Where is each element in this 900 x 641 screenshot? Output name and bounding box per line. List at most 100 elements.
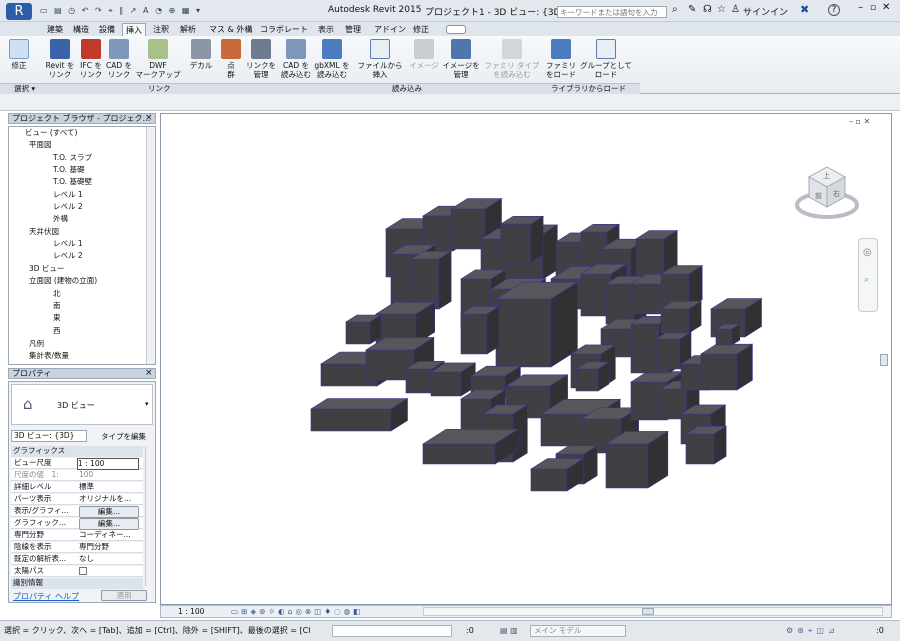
tree-schedules[interactable]: 集計表/数量	[29, 351, 69, 361]
sun-path-checkbox[interactable]	[79, 567, 87, 575]
view-scale-button[interactable]: 1 : 100	[178, 606, 204, 617]
3d-view-canvas[interactable]: – ▫ ✕ 上 前 右 ◎ ⌕	[160, 113, 892, 605]
search-binoculars-icon[interactable]: ⌕	[672, 4, 678, 15]
close-button[interactable]: ✕	[882, 2, 890, 13]
load-as-group-button[interactable]: グループとして ロード	[580, 39, 632, 79]
tab-insert[interactable]: 挿入	[122, 23, 146, 36]
properties-help-link[interactable]: プロパティ ヘルプ	[13, 591, 79, 602]
tree-elevations[interactable]: 立面図 (建物の立面)	[29, 276, 97, 286]
decal-button[interactable]: デカル	[187, 39, 215, 70]
browser-scrollbar[interactable]	[146, 127, 155, 364]
tab-manage[interactable]: 管理	[342, 23, 364, 36]
project-browser-close-icon[interactable]: ×	[145, 113, 153, 123]
tree-elev-north[interactable]: 北	[53, 289, 61, 299]
image-button[interactable]: イメージ	[408, 39, 440, 70]
tree-elev-south[interactable]: 南	[53, 301, 61, 311]
tab-architecture[interactable]: 建築	[44, 23, 66, 36]
subscription-icon[interactable]: ✎	[688, 4, 696, 15]
tab-modify[interactable]: 修正	[410, 23, 432, 36]
tab-annotate[interactable]: 注釈	[150, 23, 172, 36]
tree-ceiling-level2[interactable]: レベル 2	[53, 251, 83, 261]
type-selector[interactable]: 3D ビュー	[57, 400, 95, 411]
tree-item-slab[interactable]: T.O. スラブ	[53, 153, 92, 163]
steering-wheel-icon[interactable]: ◎	[863, 247, 872, 258]
view-scale-input[interactable]: 1 : 100	[77, 458, 139, 470]
identity-section-header[interactable]: 識別情報	[11, 578, 143, 589]
point-cloud-button[interactable]: 点 群	[220, 39, 242, 79]
tab-analyze[interactable]: 解析	[177, 23, 199, 36]
graphic-display-edit-button[interactable]: 編集...	[79, 518, 139, 530]
tree-item-level2[interactable]: レベル 2	[53, 202, 83, 212]
worksets-icon[interactable]: ▤ ▥	[500, 621, 518, 640]
tree-views-all[interactable]: ビュー (すべて)	[25, 128, 77, 138]
horizontal-scroll-thumb[interactable]	[642, 608, 654, 615]
design-option-selector[interactable]: メイン モデル	[530, 625, 626, 637]
panel-select[interactable]: 選択 ▾	[14, 84, 35, 94]
tree-3d-views[interactable]: 3D ビュー	[29, 264, 64, 274]
apply-button[interactable]: 適用	[101, 590, 147, 601]
tree-ceiling-level1[interactable]: レベル 1	[53, 239, 83, 249]
viewcube[interactable]: 上 前 右	[795, 159, 859, 221]
viewport-scroll-handle[interactable]	[880, 354, 888, 366]
viewcube-front-label[interactable]: 前	[815, 191, 822, 201]
tree-elev-west[interactable]: 西	[53, 326, 61, 336]
load-family-button[interactable]: ファミリ をロード	[544, 39, 578, 79]
tree-elev-east[interactable]: 東	[53, 313, 61, 323]
properties-scrollbar[interactable]	[145, 446, 154, 586]
tree-item-site[interactable]: 外構	[53, 214, 68, 224]
signin-link[interactable]: サインイン	[743, 5, 788, 18]
prop-row-show-hidden-lines[interactable]: 陰線を表示 専門分野	[11, 542, 143, 553]
link-cad-button[interactable]: CAD を リンク	[104, 39, 134, 79]
viewcube-right-label[interactable]: 右	[833, 189, 840, 199]
tree-item-level1[interactable]: レベル 1	[53, 190, 83, 200]
tab-collaborate[interactable]: コラボレート	[257, 23, 311, 36]
dwf-markup-button[interactable]: DWF マークアップ	[135, 39, 181, 79]
type-selector-dropdown-icon[interactable]: ▾	[145, 400, 149, 408]
favorites-star-icon[interactable]: ☆	[717, 4, 726, 15]
tab-structure[interactable]: 構造	[70, 23, 92, 36]
graphics-section-header[interactable]: グラフィックス	[11, 446, 143, 457]
app-menu-button[interactable]: R	[6, 3, 32, 20]
prop-row-discipline[interactable]: 専門分野 コーディネー...	[11, 530, 143, 541]
import-gbxml-button[interactable]: gbXML を 読み込む	[313, 39, 351, 79]
horizontal-scrollbar[interactable]	[423, 607, 883, 616]
tab-massing-site[interactable]: マス & 外構	[206, 23, 255, 36]
view-controls-icons[interactable]: ▭⊞◈⊛☼◐⌂◎⊗◫♦◌◍◧	[231, 606, 363, 617]
link-ifc-button[interactable]: IFC を リンク	[76, 39, 106, 79]
modify-button[interactable]: 修正	[8, 39, 30, 70]
tab-systems[interactable]: 設備	[96, 23, 118, 36]
user-icon[interactable]: ♙	[731, 4, 740, 15]
link-revit-button[interactable]: Revit を リンク	[42, 39, 78, 79]
view-instance-selector[interactable]: 3D ビュー: {3D}	[11, 430, 87, 442]
prop-row-analysis-display[interactable]: 既定の解析表... なし	[11, 554, 143, 565]
manage-links-button[interactable]: リンクを 管理	[245, 39, 277, 79]
communication-icon[interactable]: ☊	[703, 4, 712, 15]
restore-button[interactable]: ▫	[870, 3, 876, 13]
tree-item-foundation[interactable]: T.O. 基礎	[53, 165, 84, 175]
zoom-icon[interactable]: ⌕	[864, 275, 869, 285]
tab-view[interactable]: 表示	[315, 23, 337, 36]
load-family-types-button[interactable]: ファミリ タイプ を読み込む	[483, 39, 541, 79]
edit-type-button[interactable]: タイプを編集	[101, 431, 146, 442]
tree-legends[interactable]: 凡例	[29, 339, 44, 349]
help-button[interactable]: ?	[828, 4, 840, 16]
import-cad-button[interactable]: CAD を 読み込む	[280, 39, 312, 79]
exchange-icon[interactable]: ✖	[800, 3, 809, 16]
quick-access-toolbar[interactable]: ▭ ▤ ◷ ↶ ↷ ⌖ ∥ ↗ A ◔ ⊕ ▦ ▾	[40, 6, 310, 17]
prop-row-detail-level[interactable]: 詳細レベル 標準	[11, 482, 143, 493]
navigation-bar[interactable]: ◎ ⌕	[858, 238, 878, 312]
status-input-field[interactable]	[332, 625, 452, 637]
selection-options-icons[interactable]: ⚙⊛⌖◫⊿	[786, 621, 839, 640]
tree-item-foundation-wall[interactable]: T.O. 基礎壁	[53, 177, 92, 187]
prop-row-parts-visibility[interactable]: パーツ表示 オリジナルを...	[11, 494, 143, 505]
tree-ceiling-plans[interactable]: 天井伏図	[29, 227, 59, 237]
viewcube-top-label[interactable]: 上	[823, 171, 830, 181]
insert-from-file-button[interactable]: ファイルから 挿入	[355, 39, 405, 79]
visibility-edit-button[interactable]: 編集...	[79, 506, 139, 518]
search-input[interactable]	[557, 6, 667, 18]
tree-floor-plans[interactable]: 平面図	[29, 140, 52, 150]
minimize-button[interactable]: –	[858, 2, 863, 13]
manage-images-button[interactable]: イメージを 管理	[441, 39, 481, 79]
ribbon-toggle-icon[interactable]	[446, 25, 466, 34]
properties-close-icon[interactable]: ×	[145, 368, 153, 378]
